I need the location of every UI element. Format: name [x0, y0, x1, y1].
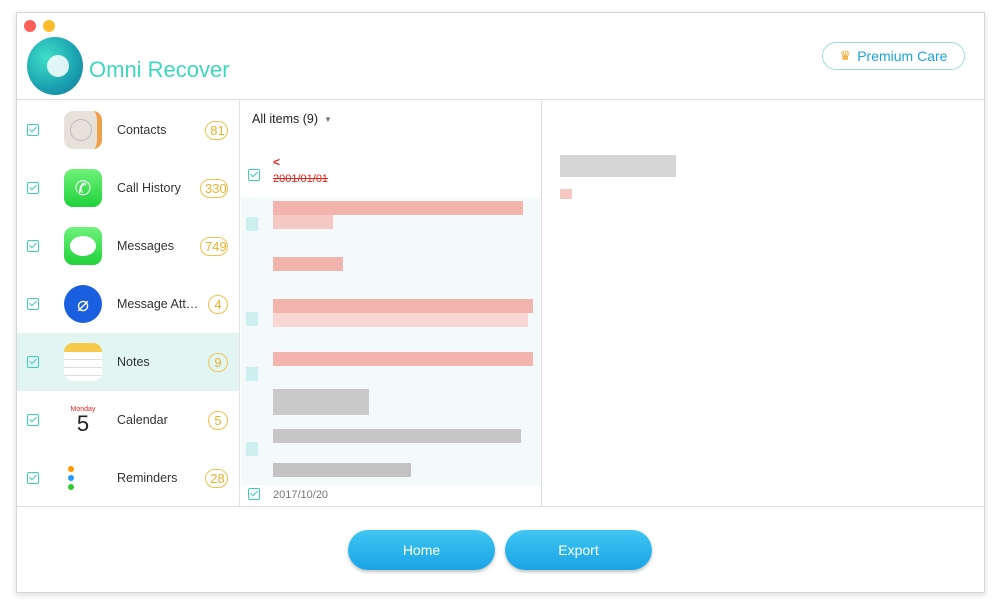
- checkbox[interactable]: [27, 472, 39, 484]
- sidebar-item-label: Message Att…: [117, 297, 199, 311]
- count-badge: 81: [205, 120, 228, 140]
- notes-list: All items (9) ▼ < 2001/01/01 2017/10/20: [241, 101, 542, 506]
- sidebar-item-label: Calendar: [117, 413, 168, 427]
- note-date: 2001/01/01: [273, 173, 329, 185]
- app-window: Omni Recover ♛ Premium Care Contacts 81 …: [16, 12, 985, 593]
- notes-icon: [64, 343, 102, 381]
- header: Omni Recover ♛ Premium Care: [17, 13, 984, 100]
- filter-label: All items (9): [252, 112, 318, 126]
- count-badge: 330: [199, 178, 228, 198]
- sidebar-item-contacts[interactable]: Contacts 81: [17, 101, 239, 159]
- sidebar-item-notes[interactable]: Notes 9: [17, 333, 239, 391]
- filter-dropdown[interactable]: All items (9) ▼: [241, 101, 541, 137]
- checkbox[interactable]: [27, 414, 39, 426]
- sidebar-item-label: Contacts: [117, 123, 167, 137]
- count-badge: 4: [208, 294, 228, 314]
- note-title: <: [273, 155, 281, 169]
- checkbox[interactable]: [248, 488, 260, 500]
- contacts-icon: [64, 111, 102, 149]
- checkbox[interactable]: [248, 169, 260, 181]
- sidebar-item-label: Call History: [117, 181, 181, 195]
- premium-care-label: Premium Care: [857, 48, 948, 64]
- note-date: 2017/10/20: [273, 489, 329, 501]
- checkbox[interactable]: [27, 182, 39, 194]
- export-button[interactable]: Export: [505, 530, 652, 570]
- sidebar-item-label: Messages: [117, 239, 174, 253]
- checkbox[interactable]: [27, 124, 39, 136]
- calendar-icon: Monday 5: [64, 401, 102, 439]
- list-item[interactable]: 2017/10/20: [241, 485, 541, 505]
- note-detail-pane: [543, 101, 984, 506]
- sidebar-item-call-history[interactable]: ✆ Call History 330: [17, 159, 239, 217]
- checkbox[interactable]: [27, 356, 39, 368]
- reminders-icon: [64, 459, 102, 497]
- count-badge: 28: [205, 468, 228, 488]
- attachment-icon: ⌀: [64, 285, 102, 323]
- list-item[interactable]: < 2001/01/01: [241, 149, 541, 197]
- messages-icon: [64, 227, 102, 265]
- blurred-list-items: [241, 197, 541, 485]
- checkbox[interactable]: [27, 240, 39, 252]
- sidebar-item-reminders[interactable]: Reminders 28: [17, 449, 239, 506]
- premium-care-button[interactable]: ♛ Premium Care: [822, 42, 965, 70]
- footer: Home Export: [17, 506, 984, 592]
- count-badge: 5: [208, 410, 228, 430]
- sidebar-item-calendar[interactable]: Monday 5 Calendar 5: [17, 391, 239, 449]
- app-name: Omni Recover: [89, 57, 230, 82]
- sidebar-item-message-attachments[interactable]: ⌀ Message Att… 4: [17, 275, 239, 333]
- sidebar-item-messages[interactable]: Messages 749: [17, 217, 239, 275]
- count-badge: 749: [199, 236, 228, 256]
- omni-recover-logo-icon: [27, 37, 83, 95]
- count-badge: 9: [208, 352, 228, 372]
- crown-icon: ♛: [839, 48, 852, 63]
- chevron-down-icon: ▼: [323, 114, 332, 124]
- category-sidebar: Contacts 81 ✆ Call History 330 Messages …: [17, 101, 240, 506]
- phone-icon: ✆: [64, 169, 102, 207]
- home-button[interactable]: Home: [348, 530, 495, 570]
- sidebar-item-label: Reminders: [117, 471, 178, 485]
- checkbox[interactable]: [27, 298, 39, 310]
- calendar-day: 5: [76, 410, 90, 436]
- sidebar-item-label: Notes: [117, 355, 150, 369]
